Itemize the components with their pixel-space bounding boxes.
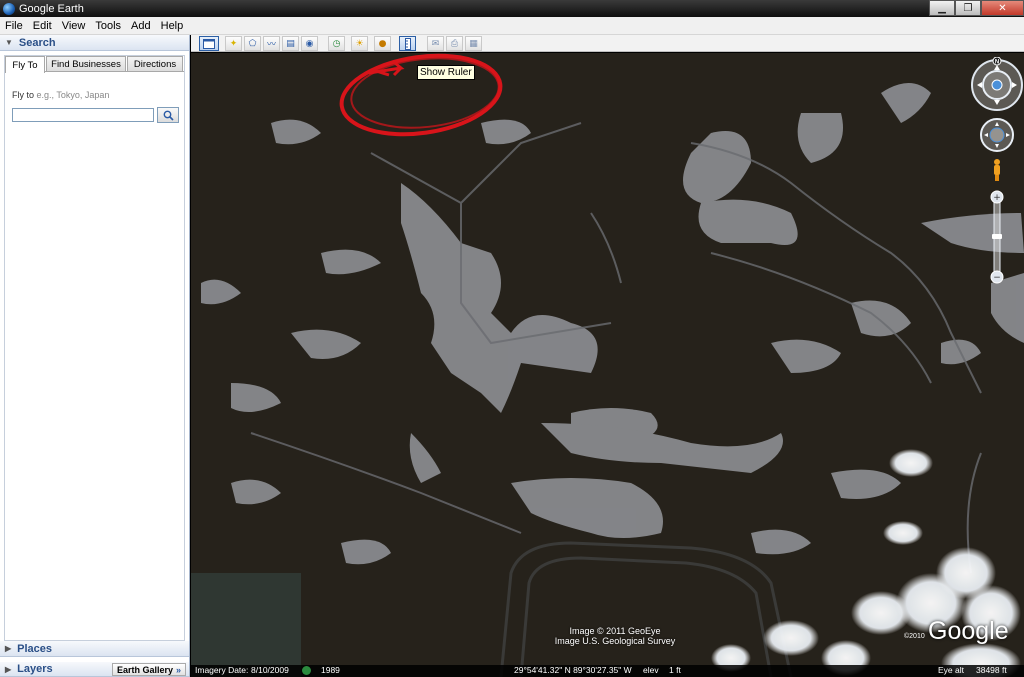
copyright-year: ©2010 [904,633,925,640]
status-bar: Imagery Date: 8/10/2009 1989 29°54'41.32… [191,665,1024,677]
tab-fly-to[interactable]: Fly To [5,56,45,73]
expand-triangle-icon[interactable]: ▶ [5,644,11,653]
satellite-imagery [191,53,1024,677]
path-icon: 〰 [266,40,276,50]
add-polygon-button[interactable]: ⬠ [244,36,261,51]
layers-header-label: Layers [17,663,53,675]
imagery-date: 8/10/2009 [251,665,289,675]
expand-triangle-icon[interactable]: ▶ [5,665,11,674]
eye-altitude-label: Eye alt [938,665,964,675]
menu-bar: File Edit View Tools Add Help [0,17,1024,35]
flyto-input[interactable] [12,108,154,122]
email-icon: ✉ [431,38,440,49]
ruler-icon [404,37,411,50]
menu-help[interactable]: Help [156,20,189,32]
historical-clock-icon[interactable] [302,666,311,675]
historical-imagery-button[interactable]: ◷ [328,36,345,51]
svg-text:N: N [995,60,999,66]
menu-file[interactable]: File [0,20,28,32]
layers-panel-header[interactable]: ▶ Layers Earth Gallery » [0,662,189,677]
elevation-value: 1 ft [669,665,681,675]
search-panel: Fly To Find Businesses Directions Fly to… [4,55,185,641]
compass-n-icon[interactable]: N [992,57,1002,66]
tooltip: Show Ruler [417,65,475,80]
maps-icon: ▦ [469,38,478,49]
overlay-icon: ▤ [286,38,295,49]
move-joystick[interactable] [980,118,1014,152]
window-controls: ▁ ❐ ✕ [929,0,1024,16]
imagery-credit-1: Image © 2011 GeoEye [569,626,661,636]
view-in-google-maps-button[interactable]: ▦ [465,36,482,51]
sidebar-toggle-button[interactable] [199,36,219,51]
navigation-controls: N + − [971,57,1023,284]
menu-view[interactable]: View [57,20,91,32]
search-panel-header[interactable]: ▼ Search [0,35,189,51]
email-button[interactable]: ✉ [427,36,444,51]
flyto-row [12,107,179,123]
svg-text:−: − [993,273,1001,283]
sidebar-icon [203,38,215,49]
print-icon: ⎙ [450,38,459,49]
earth-gallery-label: Earth Gallery [116,664,173,675]
tab-directions[interactable]: Directions [127,56,183,71]
search-tabs: Fly To Find Businesses Directions [5,56,184,73]
look-joystick[interactable] [971,59,1023,111]
chevron-right-icon: » [175,664,181,675]
add-path-button[interactable]: 〰 [263,36,280,51]
flyto-hint: e.g., Tokyo, Japan [36,90,110,100]
sun-icon: ☀ [355,38,364,49]
places-header-label: Places [17,642,53,655]
pointer-coordinates: 29°54'41.32" N 89°30'27.35" W [514,665,632,675]
google-earth-window: Google Earth ▁ ❐ ✕ File Edit View Tools … [0,0,1024,677]
earth-gallery-button[interactable]: Earth Gallery » [111,663,186,676]
print-button[interactable]: ⎙ [446,36,463,51]
oldest-imagery-year: 1989 [321,665,340,675]
svg-text:+: + [993,193,1001,203]
search-button[interactable] [157,107,179,123]
switch-sky-button[interactable]: ● [374,36,391,51]
tab-find-businesses[interactable]: Find Businesses [46,56,126,71]
show-ruler-button[interactable] [399,36,416,51]
clock-icon: ◷ [332,38,341,49]
planet-icon: ● [378,38,387,49]
close-button[interactable]: ✕ [981,0,1024,16]
left-sidebar: ▼ Search Fly To Find Businesses Directio… [0,35,190,677]
pushpin-icon: ✦ [229,38,238,49]
eye-altitude-value: 38498 ft [976,665,1007,675]
toolbar: ✦ ⬠ 〰 ▤ ◉ ◷ ☀ ● ✉ ⎙ ▦ [191,35,1024,52]
google-logo: Google [928,617,1009,645]
search-header-label: Search [18,36,56,49]
elevation-label: elev [643,665,659,675]
imagery-credit-2: Image U.S. Geological Survey [554,636,676,646]
window-title: Google Earth [19,2,84,15]
tour-icon: ◉ [305,38,314,49]
add-image-overlay-button[interactable]: ▤ [282,36,299,51]
collapse-triangle-icon[interactable]: ▼ [5,38,13,47]
sunlight-button[interactable]: ☀ [351,36,368,51]
flyto-label-row: Fly to e.g., Tokyo, Japan [12,90,109,100]
menu-add[interactable]: Add [126,20,156,32]
google-earth-logo-icon [3,2,15,15]
imagery-date-label: Imagery Date: [195,665,249,675]
search-icon [163,110,174,121]
minimize-button[interactable]: ▁ [929,0,955,16]
record-tour-button[interactable]: ◉ [301,36,318,51]
places-panel-header[interactable]: ▶ Places [0,641,189,657]
title-bar: Google Earth ▁ ❐ ✕ [0,0,1024,17]
menu-tools[interactable]: Tools [90,20,126,32]
menu-edit[interactable]: Edit [28,20,57,32]
earth-3d-view[interactable] [191,53,1024,677]
zoom-slider[interactable]: + − [990,190,1004,284]
add-placemark-button[interactable]: ✦ [225,36,242,51]
street-view-pegman-icon[interactable] [994,159,1000,181]
maximize-button[interactable]: ❐ [955,0,981,16]
polygon-icon: ⬠ [248,38,257,49]
flyto-label: Fly to [12,90,35,100]
